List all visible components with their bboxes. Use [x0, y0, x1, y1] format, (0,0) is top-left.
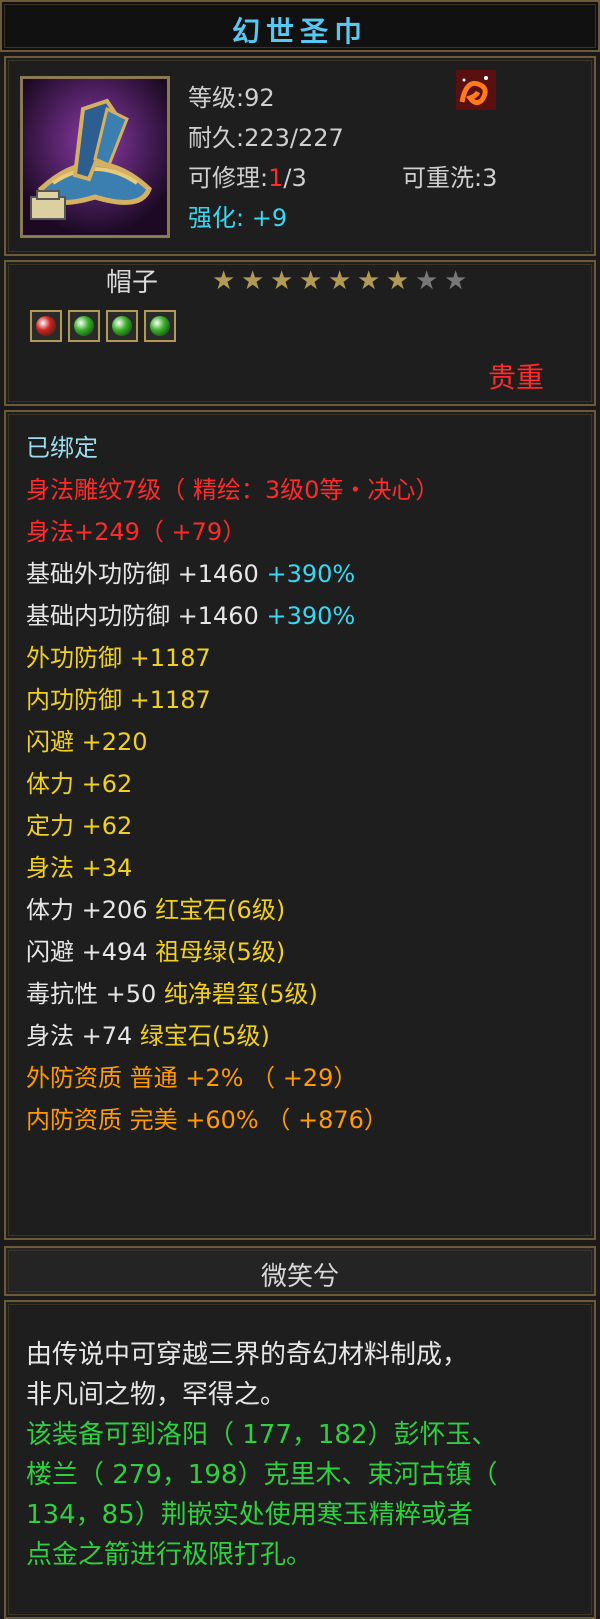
star-empty-icon: ★: [415, 266, 439, 296]
green-gem-icon[interactable]: [106, 310, 138, 342]
attribute-text: 毒抗性 +50: [26, 980, 164, 1008]
attribute-line: 内防资质 完美 +60% （ +876）: [26, 1100, 388, 1135]
description-panel: 由传说中可穿越三界的奇幻材料制成， 非凡间之物，罕得之。 该装备可到洛阳（ 17…: [4, 1300, 596, 1619]
attribute-text: 内防资质 完美 +60% （ +876）: [26, 1106, 388, 1134]
item-type-panel: 帽子 ★ ★ ★ ★ ★ ★ ★ ★ ★ 贵重: [4, 260, 596, 406]
rarity-label: 贵重: [487, 361, 544, 394]
attribute-text: 绿宝石(5级): [139, 1022, 270, 1050]
special-effect-icon: [456, 70, 496, 110]
desc-line: 非凡间之物，罕得之。: [26, 1380, 287, 1410]
attribute-line: 定力 +62: [26, 806, 132, 841]
attribute-text: 外防资质 普通 +2% （ +29）: [26, 1064, 358, 1092]
desc-line: 楼兰（ 279，198）克里木、束河古镇（: [26, 1460, 498, 1490]
attribute-line: 体力 +206 红宝石(6级): [26, 890, 285, 925]
headband-icon: [23, 79, 167, 235]
attribute-text: 闪避 +220: [26, 728, 148, 756]
desc-line: 点金之箭进行极限打孔。: [26, 1540, 313, 1570]
star-filled-icon: ★: [270, 266, 294, 296]
attribute-text: 红宝石(6级): [155, 896, 286, 924]
slot-label: 帽子: [106, 268, 159, 298]
attribute-line: 身法+249（ +79）: [26, 512, 246, 547]
durability-label: 耐久:223/227: [188, 124, 344, 152]
attribute-line: 外防资质 普通 +2% （ +29）: [26, 1058, 357, 1093]
attribute-text: 内功防御 +1187: [26, 686, 211, 714]
attribute-text: +390%: [266, 602, 356, 630]
attribute-text: 已绑定: [26, 434, 98, 462]
attribute-line: 体力 +62: [26, 764, 132, 799]
star-filled-icon: ★: [299, 266, 323, 296]
attribute-text: 定力 +62: [26, 812, 133, 840]
attribute-text: 纯净碧玺(5级): [163, 980, 318, 1008]
attribute-line: 内功防御 +1187: [26, 680, 211, 715]
attribute-line: 毒抗性 +50 纯净碧玺(5级): [26, 974, 318, 1009]
star-filled-icon: ★: [328, 266, 352, 296]
repair-label: 可修理:1/3: [188, 164, 307, 192]
attribute-text: +390%: [266, 560, 356, 588]
star-filled-icon: ★: [212, 266, 236, 296]
attribute-text: 身法 +74: [26, 1022, 140, 1050]
attribute-line: 外功防御 +1187: [26, 638, 211, 673]
attribute-text: 基础内功防御 +1460: [26, 602, 267, 630]
attribute-line: 身法 +34: [26, 848, 132, 883]
attribute-text: 基础外功防御 +1460: [26, 560, 267, 588]
item-icon[interactable]: [20, 76, 170, 238]
attribute-line: 身法 +74 绿宝石(5级): [26, 1016, 270, 1051]
red-gem-icon[interactable]: [30, 310, 62, 342]
star-empty-icon: ★: [444, 266, 468, 296]
attribute-line: 已绑定: [26, 428, 98, 463]
green-gem-icon[interactable]: [144, 310, 176, 342]
desc-line: 由传说中可穿越三界的奇幻材料制成，: [26, 1340, 469, 1370]
attribute-text: 体力 +62: [26, 770, 133, 798]
attribute-text: 身法+249（ +79）: [26, 518, 247, 546]
attribute-text: 身法 +34: [26, 854, 133, 882]
level-label: 等级:92: [188, 84, 275, 112]
author-bar: 微笑兮: [4, 1246, 596, 1296]
attribute-line: 闪避 +220: [26, 722, 148, 757]
desc-line: 该装备可到洛阳（ 177，182）彭怀玉、: [26, 1420, 498, 1450]
attribute-line: 基础外功防御 +1460 +390%: [26, 554, 355, 589]
item-info-panel: 等级:92 耐久:223/227 可修理:1/3 可重洗:3 强化: +9: [4, 56, 596, 256]
attribute-text: 体力 +206: [26, 896, 156, 924]
enhance-label: 强化: +9: [188, 204, 288, 232]
title-bar: 幻世圣巾: [0, 0, 600, 52]
attribute-text: 闪避 +494: [26, 938, 156, 966]
rewash-label: 可重洗:3: [402, 164, 498, 192]
desc-line: 134，85）荆嵌实处使用寒玉精粹或者: [26, 1500, 473, 1530]
gem-slot-row: [30, 310, 230, 344]
attribute-line: 身法雕纹7级（ 精绘：3级0等・决心）: [26, 470, 439, 505]
attribute-text: 身法雕纹7级（ 精绘：3级0等・决心）: [26, 476, 440, 504]
star-filled-icon: ★: [241, 266, 265, 296]
repair-current: 1: [268, 164, 284, 192]
attribute-line: 闪避 +494 祖母绿(5级): [26, 932, 285, 967]
item-title: 幻世圣巾: [231, 15, 368, 48]
star-filled-icon: ★: [386, 266, 410, 296]
attribute-text: 外功防御 +1187: [26, 644, 211, 672]
attribute-line: 基础内功防御 +1460 +390%: [26, 596, 355, 631]
attribute-text: 祖母绿(5级): [155, 938, 286, 966]
author-name: 微笑兮: [260, 1262, 339, 1292]
attribute-panel: 已绑定身法雕纹7级（ 精绘：3级0等・决心） 身法+249（ +79） 基础外功防御…: [4, 410, 596, 1240]
star-filled-icon: ★: [357, 266, 381, 296]
green-gem-icon[interactable]: [68, 310, 100, 342]
